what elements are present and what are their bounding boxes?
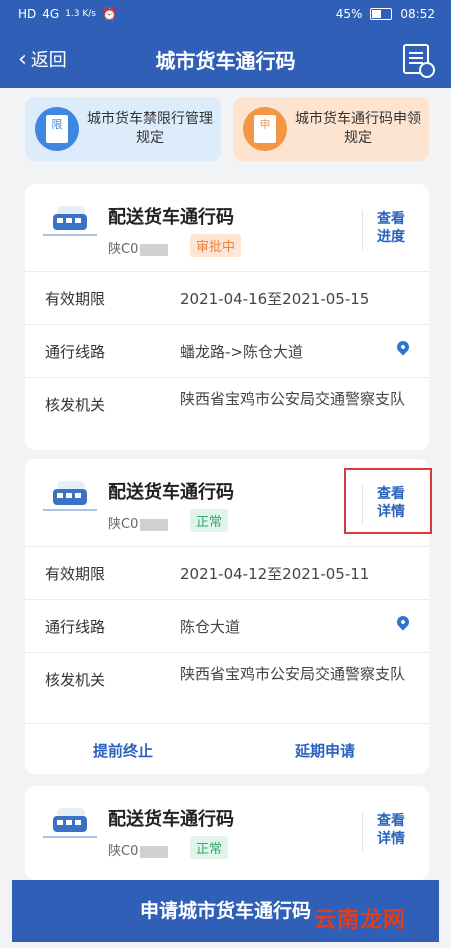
permit-title: 配送货车通行码: [108, 482, 234, 503]
permit-card: 配送货车通行码 陕C0 正常 查看详情: [25, 786, 429, 880]
watermark: 云南龙网: [314, 908, 407, 933]
issuer-value: 陕西省宝鸡市公安局交通警察支队: [180, 390, 406, 408]
validity-label: 有效期限: [45, 565, 106, 583]
validity-value: 2021-04-12至2021-05-11: [180, 565, 370, 583]
app-header: ‹ 返回 城市货车通行码: [0, 30, 451, 88]
validity-label: 有效期限: [45, 290, 106, 308]
records-icon[interactable]: [403, 44, 435, 78]
route-label: 通行线路: [45, 343, 106, 361]
truck-icon: [43, 206, 97, 250]
issuer-value: 陕西省宝鸡市公安局交通警察支队: [180, 665, 406, 683]
truck-icon: [43, 481, 97, 525]
extension-request-button[interactable]: 延期申请: [295, 740, 355, 761]
status-bar: HD 4G 1.3 K/s ⏰ 45% 08:52: [0, 0, 451, 30]
quick-link-application-rules[interactable]: 申 城市货车通行码申领规定: [233, 97, 429, 161]
document-icon: 限: [35, 107, 79, 151]
issuer-label: 核发机关: [45, 396, 106, 414]
issuer-label: 核发机关: [45, 671, 106, 689]
document-icon: 申: [243, 107, 287, 151]
plate-number: 陕C0: [108, 513, 169, 532]
battery-percent: 45%: [335, 7, 363, 21]
plate-number: 陕C0: [108, 840, 169, 859]
permit-title: 配送货车通行码: [108, 809, 234, 830]
route-value: 陈仓大道: [180, 618, 241, 636]
view-progress-button[interactable]: 查看进度: [374, 210, 408, 246]
permit-title: 配送货车通行码: [108, 207, 234, 228]
alarm-icon: ⏰: [102, 7, 117, 21]
quick-link-restriction-rules[interactable]: 限 城市货车禁限行管理规定: [25, 97, 221, 161]
route-label: 通行线路: [45, 618, 106, 636]
quick-link-label: 城市货车通行码申领规定: [295, 111, 421, 146]
plate-number: 陕C0: [108, 238, 169, 257]
status-badge: 正常: [190, 509, 229, 532]
truck-icon: [43, 808, 97, 852]
clock: 08:52: [400, 7, 435, 21]
sim-indicator: HD: [18, 7, 37, 21]
route-value: 蟠龙路->陈仓大道: [180, 343, 303, 361]
quick-link-label: 城市货车禁限行管理规定: [87, 111, 213, 146]
permit-card: 配送货车通行码 陕C0 审批中 查看进度 有效期限 2021-04-16至202…: [25, 184, 429, 450]
status-badge: 审批中: [190, 234, 242, 257]
status-badge: 正常: [190, 836, 229, 859]
page-title: 城市货车通行码: [155, 49, 296, 73]
view-details-button[interactable]: 查看详情: [374, 812, 408, 848]
network-indicator: 4G: [42, 7, 60, 21]
net-speed: 1.3 K/s: [65, 9, 96, 19]
highlight-annotation: [344, 468, 432, 534]
battery-icon: [370, 8, 393, 20]
terminate-early-button[interactable]: 提前终止: [93, 740, 153, 761]
validity-value: 2021-04-16至2021-05-15: [180, 290, 370, 308]
